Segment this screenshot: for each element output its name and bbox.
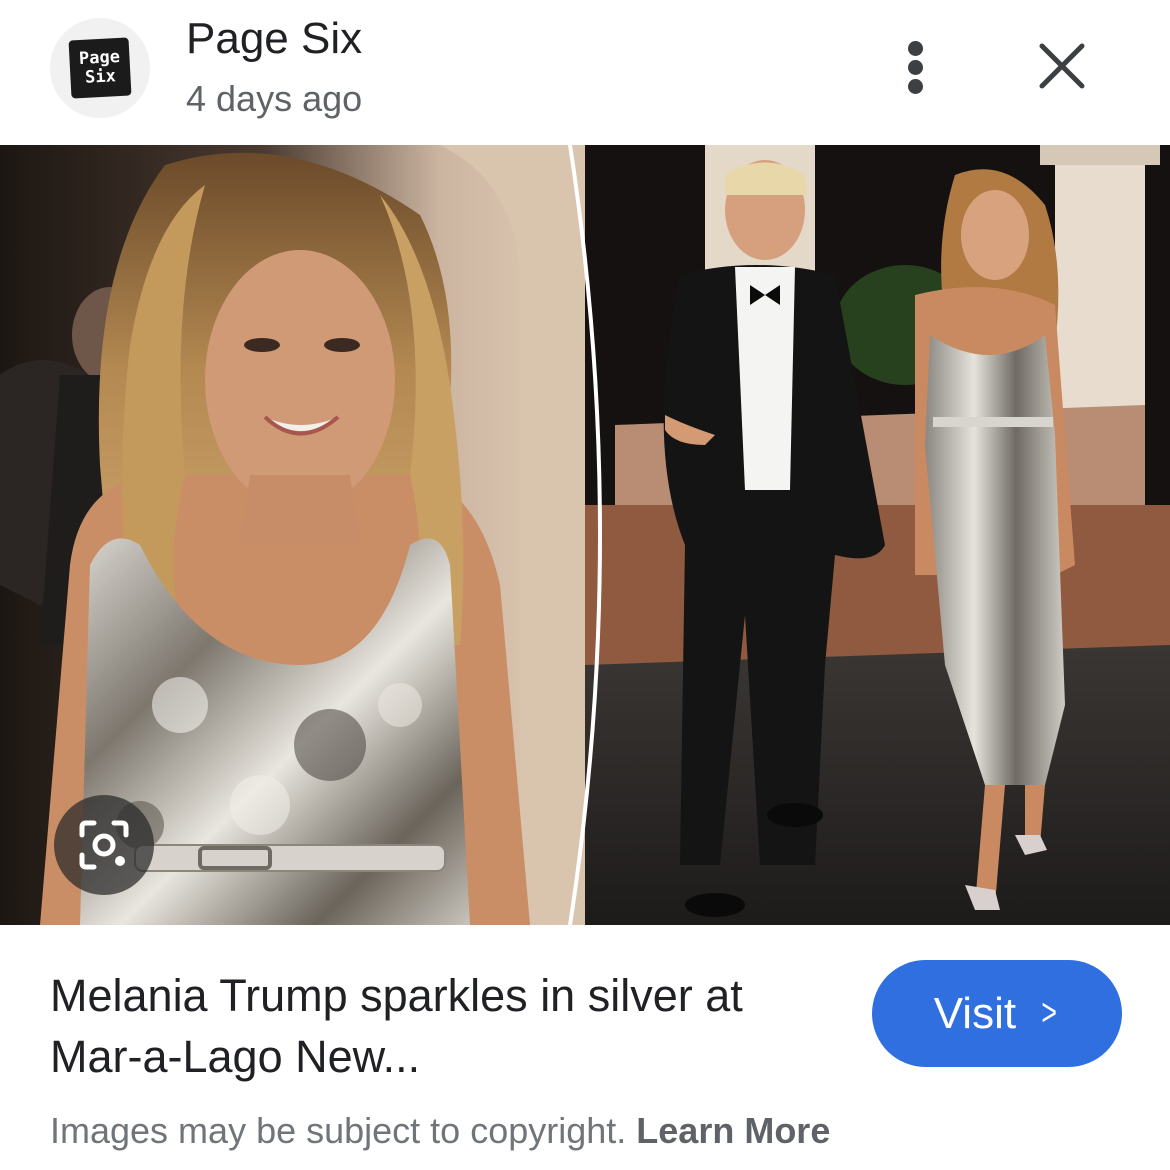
result-image[interactable] bbox=[0, 145, 1170, 925]
image-divider bbox=[568, 145, 602, 925]
visit-label: Visit bbox=[933, 988, 1017, 1038]
close-button[interactable] bbox=[1030, 34, 1094, 98]
source-logo[interactable]: Page Six bbox=[50, 18, 150, 118]
more-vert-dot bbox=[908, 79, 923, 94]
photo-right bbox=[585, 145, 1170, 925]
more-vert-dot bbox=[908, 60, 923, 75]
learn-more-link[interactable]: Learn More bbox=[636, 1110, 830, 1151]
close-icon bbox=[1039, 43, 1085, 89]
visit-button[interactable]: Visit > bbox=[872, 960, 1122, 1067]
published-time: 4 days ago bbox=[186, 78, 363, 119]
result-title[interactable]: Melania Trump sparkles in silver at Mar-… bbox=[50, 965, 810, 1087]
page-six-logo: Page Six bbox=[68, 37, 132, 99]
copyright-notice: Images may be subject to copyright. Lear… bbox=[50, 1110, 830, 1152]
logo-line-2: Six bbox=[84, 66, 117, 88]
more-options-button[interactable] bbox=[895, 35, 939, 99]
more-vert-icon bbox=[908, 41, 923, 56]
result-header: Page Six Page Six 4 days ago bbox=[0, 0, 1170, 145]
lens-button[interactable] bbox=[54, 795, 154, 895]
chevron-right-icon: > bbox=[1041, 992, 1057, 1034]
google-lens-icon bbox=[79, 820, 129, 870]
source-name[interactable]: Page Six bbox=[186, 14, 362, 64]
copyright-text: Images may be subject to copyright. bbox=[50, 1110, 637, 1151]
